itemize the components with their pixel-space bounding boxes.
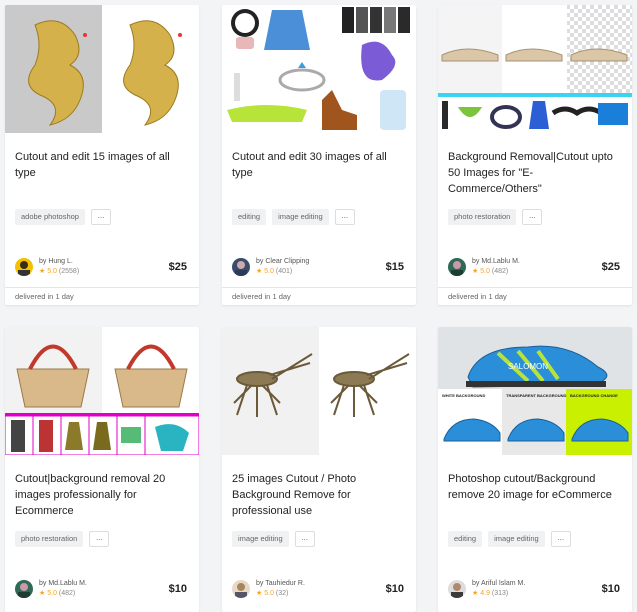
star-icon: ★	[256, 590, 263, 597]
gig-thumbnail[interactable]	[438, 5, 632, 133]
more-tags-button[interactable]: ...	[550, 531, 571, 547]
gig-price: $10	[601, 583, 620, 595]
rating-value: 5.0	[47, 268, 57, 275]
review-count: (2558)	[58, 268, 80, 275]
avatar[interactable]	[232, 258, 250, 276]
rating-value: 4.9	[480, 590, 490, 597]
more-tags-button[interactable]: ...	[90, 209, 111, 225]
gig-price: $10	[168, 583, 187, 595]
avatar[interactable]	[448, 258, 466, 276]
rating-value: 5.0	[264, 590, 274, 597]
gig-price: $25	[168, 261, 187, 273]
gig-title[interactable]: Background Removal|Cutout upto 50 Images…	[438, 149, 632, 197]
tag[interactable]: adobe photoshop	[15, 209, 85, 225]
gig-card[interactable]: Cutout|background removal 20 images prof…	[5, 327, 199, 612]
star-icon: ★	[256, 268, 263, 275]
gig-title[interactable]: Photoshop cutout/Background remove 20 im…	[438, 471, 632, 503]
star-icon: ★	[39, 268, 46, 275]
delivery-info: delivered in 1 day	[5, 287, 199, 305]
seller-name[interactable]: by Md.Lablu M.	[472, 257, 520, 267]
rating-value: 5.0	[264, 268, 274, 275]
seller-name[interactable]: by Ariful Islam M.	[472, 579, 525, 589]
review-count: (482)	[58, 590, 76, 597]
tag[interactable]: image editing	[272, 209, 329, 225]
gig-price: $15	[385, 261, 404, 273]
more-tags-button[interactable]: ...	[89, 531, 110, 547]
gig-title[interactable]: Cutout and edit 30 images of all type	[222, 149, 416, 181]
gig-thumbnail[interactable]: SALOMON WHITE BACKGROUND TRANSPARENT BAC…	[438, 327, 632, 455]
gig-title[interactable]: Cutout|background removal 20 images prof…	[5, 471, 199, 519]
avatar[interactable]	[448, 580, 466, 598]
seller-name[interactable]: by Clear Clipping	[256, 257, 309, 267]
thumb-label: BACKGROUND CHANGE	[570, 393, 618, 398]
seller-name[interactable]: by Hung L.	[39, 257, 79, 267]
gig-thumbnail[interactable]	[5, 327, 199, 455]
review-count: (482)	[491, 268, 509, 275]
gig-thumbnail[interactable]	[222, 327, 416, 455]
gig-card[interactable]: 25 images Cutout / Photo Background Remo…	[222, 327, 416, 612]
gig-card[interactable]: Background Removal|Cutout upto 50 Images…	[438, 5, 632, 305]
rating-value: 5.0	[480, 268, 490, 275]
rating-value: 5.0	[47, 590, 57, 597]
gig-title[interactable]: 25 images Cutout / Photo Background Remo…	[222, 471, 416, 519]
tag[interactable]: photo restoration	[448, 209, 517, 225]
shoe-brand-logo: SALOMON	[508, 362, 548, 371]
gig-price: $10	[385, 583, 404, 595]
avatar[interactable]	[232, 580, 250, 598]
gig-title[interactable]: Cutout and edit 15 images of all type	[5, 149, 199, 181]
thumb-label: WHITE BACKGROUND	[442, 393, 485, 398]
gig-thumbnail[interactable]	[222, 5, 416, 133]
gig-card[interactable]: SALOMON WHITE BACKGROUND TRANSPARENT BAC…	[438, 327, 632, 612]
thumb-label: TRANSPARENT BACKGROUND	[506, 393, 566, 398]
star-icon: ★	[472, 590, 479, 597]
gig-thumbnail[interactable]	[5, 5, 199, 133]
star-icon: ★	[39, 590, 46, 597]
tag[interactable]: image editing	[488, 531, 545, 547]
seller-name[interactable]: by Tauhiedur R.	[256, 579, 305, 589]
tag[interactable]: photo restoration	[15, 531, 84, 547]
more-tags-button[interactable]: ...	[334, 209, 355, 225]
review-count: (401)	[275, 268, 293, 275]
more-tags-button[interactable]: ...	[294, 531, 315, 547]
more-tags-button[interactable]: ...	[522, 209, 543, 225]
tag[interactable]: editing	[232, 209, 267, 225]
tag[interactable]: image editing	[232, 531, 289, 547]
star-icon: ★	[472, 268, 479, 275]
review-count: (32)	[275, 590, 289, 597]
tag[interactable]: editing	[448, 531, 483, 547]
delivery-info: delivered in 1 day	[222, 287, 416, 305]
review-count: (313)	[491, 590, 509, 597]
gig-card[interactable]: Cutout and edit 15 images of all type ad…	[5, 5, 199, 305]
seller-name[interactable]: by Md.Lablu M.	[39, 579, 87, 589]
gig-card[interactable]: Cutout and edit 30 images of all type ed…	[222, 5, 416, 305]
delivery-info: delivered in 1 day	[438, 287, 632, 305]
avatar[interactable]	[15, 258, 33, 276]
avatar[interactable]	[15, 580, 33, 598]
gig-price: $25	[601, 261, 620, 273]
